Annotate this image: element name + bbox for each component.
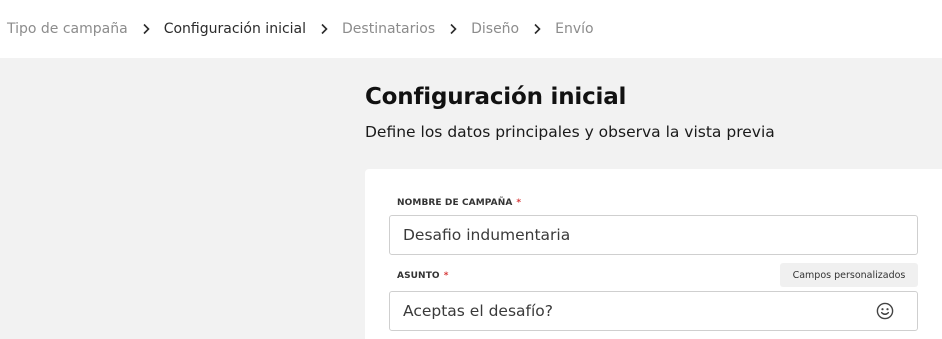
campaign-name-label-text: NOMBRE DE CAMPAÑA bbox=[397, 198, 513, 208]
subject-label: ASUNTO * bbox=[397, 271, 449, 281]
campaign-name-input[interactable] bbox=[389, 215, 918, 255]
breadcrumb-step-recipients[interactable]: Destinatarios bbox=[342, 21, 435, 37]
breadcrumb-step-send[interactable]: Envío bbox=[555, 21, 593, 37]
page-subtitle: Define los datos principales y observa l… bbox=[365, 123, 775, 141]
breadcrumb: Tipo de campaña Configuración inicial De… bbox=[0, 0, 942, 58]
chevron-right-icon bbox=[533, 23, 541, 35]
custom-fields-button[interactable]: Campos personalizados bbox=[780, 263, 918, 287]
breadcrumb-step-design[interactable]: Diseño bbox=[471, 21, 519, 37]
chevron-right-icon bbox=[142, 23, 150, 35]
required-mark: * bbox=[443, 271, 449, 281]
chevron-right-icon bbox=[320, 23, 328, 35]
breadcrumb-step-campaign-type[interactable]: Tipo de campaña bbox=[7, 21, 128, 37]
chevron-right-icon bbox=[449, 23, 457, 35]
subject-input[interactable] bbox=[389, 291, 918, 331]
page-title: Configuración inicial bbox=[365, 84, 627, 110]
campaign-name-label: NOMBRE DE CAMPAÑA * bbox=[397, 198, 521, 208]
subject-label-text: ASUNTO bbox=[397, 271, 440, 281]
breadcrumb-step-initial-config[interactable]: Configuración inicial bbox=[164, 21, 306, 37]
required-mark: * bbox=[516, 198, 522, 208]
smiley-icon[interactable] bbox=[876, 302, 894, 320]
